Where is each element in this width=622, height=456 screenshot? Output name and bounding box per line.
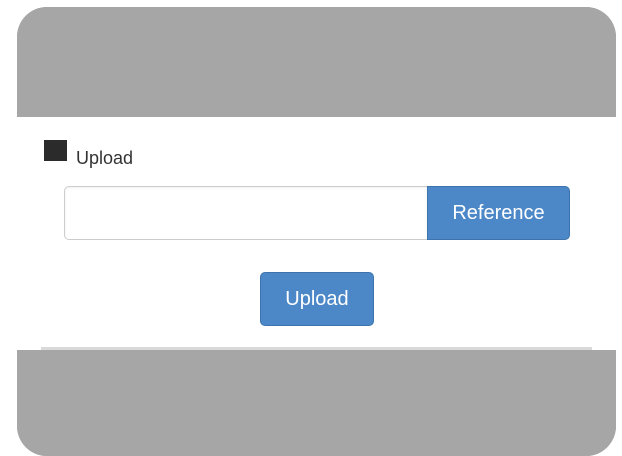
bottom-overlay-band [17,350,616,456]
upload-panel: Upload Reference Upload [17,117,616,350]
reference-button[interactable]: Reference [427,186,570,240]
upload-heading: Upload [44,140,133,168]
file-path-input[interactable] [64,186,427,240]
upload-button[interactable]: Upload [260,272,374,326]
file-input-group: Reference [64,186,570,240]
top-overlay-band [17,7,616,117]
upload-heading-label: Upload [76,148,134,168]
dialog-frame: Upload Reference Upload [17,7,616,456]
square-icon [44,140,67,161]
